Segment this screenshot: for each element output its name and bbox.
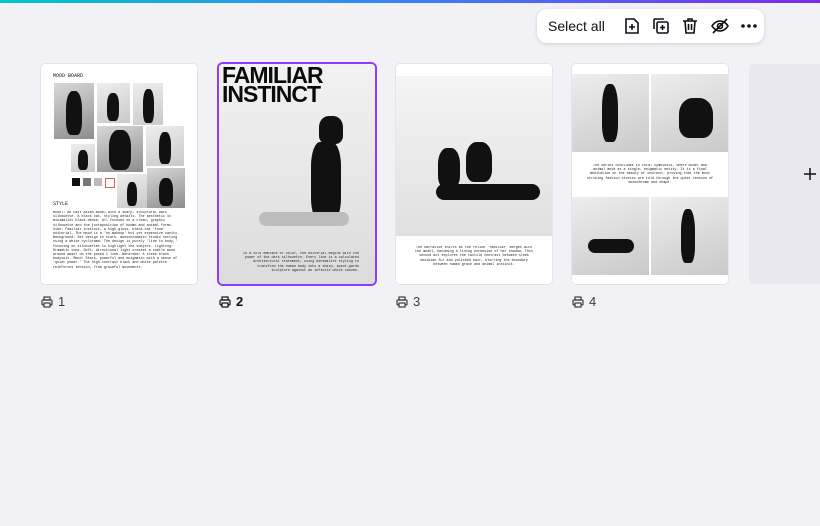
page-photo bbox=[396, 76, 552, 236]
printer-icon bbox=[396, 295, 408, 308]
page-thumbnail-2[interactable]: FAMILIAR INSTINCT In a cold embrace of c… bbox=[219, 64, 375, 284]
add-page-button[interactable] bbox=[749, 64, 820, 284]
top-accent-line bbox=[0, 0, 820, 3]
select-all-button[interactable]: Select all bbox=[548, 18, 605, 34]
moodboard-photo bbox=[147, 168, 185, 208]
moodboard-photo bbox=[54, 83, 94, 139]
moodboard-photo bbox=[146, 126, 184, 166]
page-caption: The series concludes in total symbiosis,… bbox=[586, 164, 714, 185]
trash-icon[interactable] bbox=[676, 11, 705, 41]
moodboard-photo bbox=[71, 144, 95, 172]
moodboard-subheading: STYLE bbox=[53, 201, 69, 207]
page-number: 2 bbox=[236, 294, 244, 309]
duplicate-icon[interactable] bbox=[646, 11, 675, 41]
page-photo bbox=[651, 74, 728, 152]
page-label-3: 3 bbox=[396, 294, 420, 309]
page-label-1: 1 bbox=[41, 294, 65, 309]
cover-title: FAMILIAR INSTINCT bbox=[222, 64, 324, 107]
page-caption: The narrative shifts as the feline 'fami… bbox=[414, 246, 533, 267]
page-thumbnail-4[interactable]: The series concludes in total symbiosis,… bbox=[572, 64, 728, 284]
page-number: 4 bbox=[589, 294, 597, 309]
moodboard-photo bbox=[133, 83, 163, 125]
page-label-4: 4 bbox=[572, 294, 596, 309]
hide-icon[interactable] bbox=[705, 11, 734, 41]
page-thumbnail-3[interactable]: The narrative shifts as the feline 'fami… bbox=[396, 64, 552, 284]
page-toolbar: Select all bbox=[537, 9, 764, 43]
page-label-2: 2 bbox=[219, 294, 243, 309]
moodboard-photo bbox=[97, 126, 143, 172]
page-photo bbox=[572, 74, 649, 152]
color-swatch bbox=[105, 178, 115, 188]
color-swatch bbox=[94, 178, 102, 186]
moodboard-heading: MOOD BOARD bbox=[53, 73, 84, 79]
page-photo bbox=[651, 197, 728, 275]
page-number: 3 bbox=[413, 294, 421, 309]
printer-icon bbox=[572, 295, 584, 308]
cover-caption: In a cold embrace of color, the editoria… bbox=[243, 252, 359, 273]
moodboard-body-text: Model: An East Asian model with a sharp,… bbox=[53, 211, 180, 270]
color-swatch bbox=[83, 178, 91, 186]
page-thumbnail-1[interactable]: MOOD BOARD STYLE Model: An East Asian mo… bbox=[41, 64, 197, 284]
printer-icon bbox=[219, 295, 231, 308]
printer-icon bbox=[41, 295, 53, 308]
page-number: 1 bbox=[58, 294, 66, 309]
moodboard-photo bbox=[117, 174, 147, 208]
color-swatch bbox=[72, 178, 80, 186]
add-page-icon[interactable] bbox=[617, 11, 646, 41]
moodboard-photo bbox=[97, 83, 130, 123]
more-icon[interactable] bbox=[735, 11, 764, 41]
plus-icon bbox=[804, 168, 816, 180]
page-photo bbox=[572, 197, 649, 275]
